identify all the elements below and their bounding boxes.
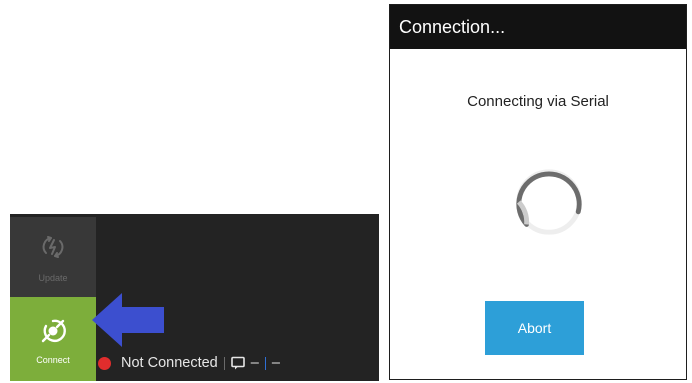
update-button[interactable]: Update <box>10 217 96 297</box>
update-icon <box>42 236 64 258</box>
connection-dialog: Connection... Connecting via Serial Abor… <box>389 4 687 380</box>
connect-button[interactable]: Connect <box>10 297 96 381</box>
update-label: Update <box>38 273 68 283</box>
status-indicator-icon <box>98 356 111 370</box>
status-value-1: – <box>250 355 259 371</box>
connection-message: Connecting via Serial <box>467 93 609 110</box>
divider <box>264 356 266 370</box>
divider <box>223 356 225 370</box>
connection-status: Not Connected <box>121 355 218 371</box>
abort-button[interactable]: Abort <box>485 301 584 355</box>
toolbar-button-column: Update Connect <box>10 214 96 381</box>
connect-icon <box>41 319 66 343</box>
loading-spinner-icon <box>516 169 582 235</box>
connect-label: Connect <box>36 355 70 365</box>
arrow-left-icon <box>92 293 164 347</box>
status-bar: Not Connected – – <box>98 352 280 374</box>
message-icon[interactable] <box>230 356 245 370</box>
status-value-2: – <box>271 355 280 371</box>
dialog-title: Connection... <box>390 5 686 49</box>
